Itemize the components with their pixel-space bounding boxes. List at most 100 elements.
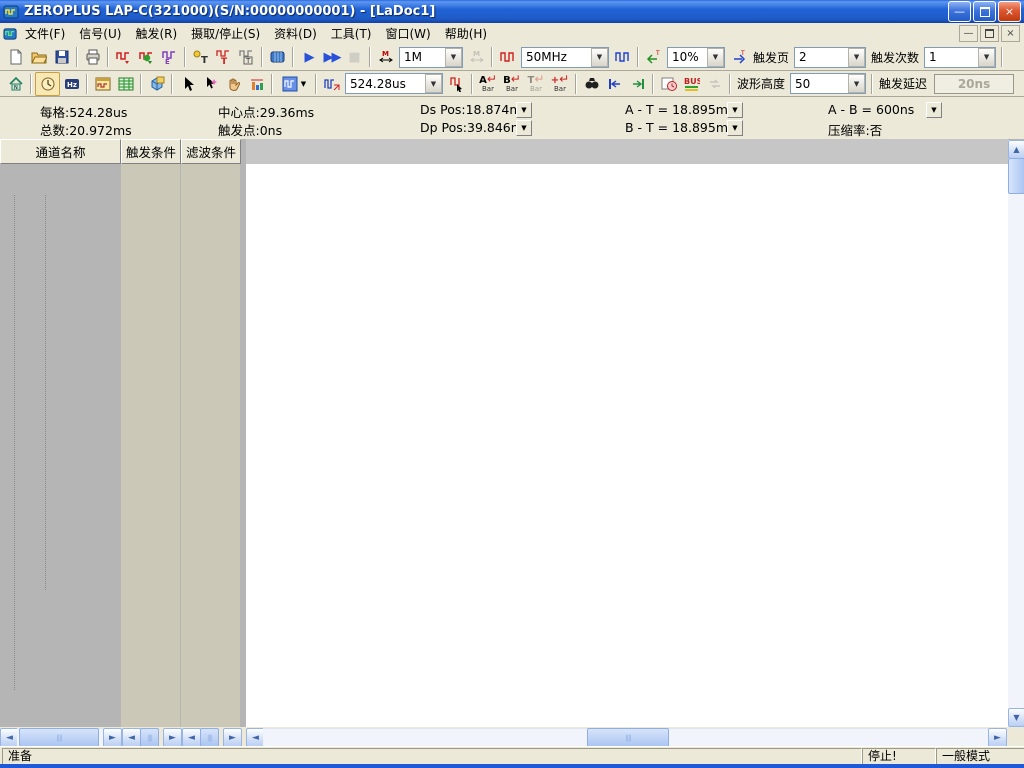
waveform-window-button[interactable] <box>91 73 114 95</box>
bar-analysis-button[interactable] <box>245 73 268 95</box>
close-button[interactable]: × <box>998 1 1021 22</box>
ds-pos-dropdown[interactable]: ▼ <box>516 102 532 118</box>
stop-button[interactable]: ■ <box>343 46 366 68</box>
event-setup-button[interactable]: E <box>158 46 181 68</box>
trigger-scroll-right-icon[interactable]: ► <box>163 728 182 747</box>
navigator-3d-button[interactable] <box>145 73 168 95</box>
svg-text:T: T <box>655 50 660 57</box>
mdi-restore-button[interactable] <box>980 25 999 42</box>
memory-depth-icon: M <box>374 46 397 68</box>
wave-scroll-thumb[interactable] <box>587 728 669 747</box>
sample-rate-combo[interactable]: 50MHz▼ <box>521 47 609 68</box>
a-t-dropdown[interactable]: ▼ <box>727 102 743 118</box>
svg-text:E: E <box>165 58 170 65</box>
trigger-mark-button[interactable]: T <box>189 46 212 68</box>
time-ruler[interactable] <box>246 139 1008 165</box>
tree-line <box>45 195 46 590</box>
a-b-dropdown[interactable]: ▼ <box>926 102 942 118</box>
glitch-setup-button[interactable] <box>135 46 158 68</box>
b-bar-button[interactable]: B↵Bar <box>500 73 524 95</box>
sampling-setup-button[interactable] <box>112 46 135 68</box>
trigger-scroll-left-icon[interactable]: ◄ <box>122 728 141 747</box>
time-display-button[interactable] <box>35 72 60 96</box>
channel-name-header[interactable]: 通道名称 <box>0 139 121 164</box>
trigger-wave-button[interactable]: T <box>212 46 235 68</box>
memory-depth-combo[interactable]: 1M▼ <box>399 47 463 68</box>
menu-help[interactable]: 帮助(H) <box>438 23 494 44</box>
status-mode: 一般模式 <box>936 748 1024 765</box>
module-button[interactable] <box>266 46 289 68</box>
chevron-down-icon[interactable]: ▼ <box>707 48 724 67</box>
chevron-down-icon[interactable]: ▼ <box>848 48 865 67</box>
home-button[interactable]: N <box>4 73 27 95</box>
mdi-minimize-button[interactable]: — <box>959 25 978 42</box>
chevron-down-icon[interactable]: ▼ <box>978 48 995 67</box>
multi-cursor-button[interactable] <box>199 73 222 95</box>
chevron-down-icon[interactable]: ▼ <box>591 48 608 67</box>
display-mode-combo[interactable]: ▼ <box>276 73 312 95</box>
pulse-cursor-icon[interactable] <box>445 73 468 95</box>
trigger-condition-column <box>121 164 180 727</box>
chevron-down-icon[interactable]: ▼ <box>425 74 442 93</box>
a-bar-button[interactable]: A↵Bar <box>476 73 500 95</box>
menu-data[interactable]: 资料(D) <box>267 23 324 44</box>
menu-tools[interactable]: 工具(T) <box>324 23 379 44</box>
restore-button[interactable] <box>973 1 996 22</box>
listing-window-button[interactable] <box>114 73 137 95</box>
minimize-button[interactable]: — <box>948 1 971 22</box>
trigger-condition-header[interactable]: 触发条件 <box>121 139 181 164</box>
t-bar-button[interactable]: T↵Bar <box>524 73 548 95</box>
print-button[interactable] <box>81 46 104 68</box>
filter-scroll-thumb[interactable] <box>200 728 219 747</box>
new-file-button[interactable] <box>4 46 27 68</box>
trigger-position-combo[interactable]: 10%▼ <box>667 47 725 68</box>
zoom-scale-icon <box>320 73 343 95</box>
save-file-button[interactable] <box>50 46 73 68</box>
goto-next-button[interactable] <box>626 73 649 95</box>
add-bar-button[interactable]: +↵Bar <box>548 73 572 95</box>
wave-height-combo[interactable]: 50▼ <box>790 73 866 94</box>
filter-scroll-right-icon[interactable]: ► <box>223 728 242 747</box>
refresh-clock-button[interactable] <box>657 73 680 95</box>
chevron-down-icon[interactable]: ▼ <box>445 48 462 67</box>
menu-trigger[interactable]: 触发(R) <box>128 23 184 44</box>
goto-trigger-icon[interactable]: T <box>727 46 750 68</box>
scroll-row: ◄ ► ◄ ► ◄ ► ◄ ► <box>0 727 1024 746</box>
filter-condition-header[interactable]: 滤波条件 <box>181 139 241 164</box>
chevron-down-icon[interactable]: ▼ <box>848 74 865 93</box>
trigger-box-button[interactable]: T <box>235 46 258 68</box>
filter-scroll-left-icon[interactable]: ◄ <box>182 728 201 747</box>
menu-signal[interactable]: 信号(U) <box>72 23 128 44</box>
frequency-display-button[interactable]: Hz <box>60 73 83 95</box>
vertical-scroll-thumb[interactable] <box>1008 158 1024 194</box>
goto-previous-button[interactable] <box>603 73 626 95</box>
channel-scroll-right-icon[interactable]: ► <box>103 728 122 747</box>
open-file-button[interactable] <box>27 46 50 68</box>
sync-button[interactable] <box>703 73 726 95</box>
bus-settings-button[interactable]: BUS <box>680 73 703 95</box>
waveform-pane[interactable] <box>246 164 1008 727</box>
menu-window[interactable]: 窗口(W) <box>378 23 437 44</box>
trigger-scroll-thumb[interactable] <box>140 728 159 747</box>
menu-file[interactable]: 文件(F) <box>18 23 72 44</box>
scroll-up-icon[interactable]: ▲ <box>1008 140 1024 159</box>
channel-scroll-thumb[interactable] <box>19 728 99 747</box>
zoom-scale-combo[interactable]: 524.28us▼ <box>345 73 443 94</box>
run-single-button[interactable]: ▶ <box>297 46 320 68</box>
scroll-down-icon[interactable]: ▼ <box>1008 708 1024 727</box>
search-button[interactable] <box>580 73 603 95</box>
dp-pos-dropdown[interactable]: ▼ <box>516 120 532 136</box>
vertical-scrollbar[interactable]: ▲ ▼ <box>1008 140 1024 727</box>
select-cursor-button[interactable] <box>176 73 199 95</box>
waveform-canvas[interactable] <box>246 164 1008 727</box>
hand-pan-button[interactable] <box>222 73 245 95</box>
b-t-dropdown[interactable]: ▼ <box>727 120 743 136</box>
compress-value: 压缩率:否 <box>828 120 882 139</box>
run-repeat-button[interactable]: ▶▶ <box>320 46 343 68</box>
a-b-value: A - B = 600ns <box>828 102 914 117</box>
trigger-page-combo[interactable]: 2▼ <box>794 47 866 68</box>
wave-scroll-right-icon[interactable]: ► <box>988 728 1007 747</box>
menu-capture-stop[interactable]: 摄取/停止(S) <box>184 23 267 44</box>
trigger-count-combo[interactable]: 1▼ <box>924 47 996 68</box>
mdi-close-button[interactable]: × <box>1001 25 1020 42</box>
